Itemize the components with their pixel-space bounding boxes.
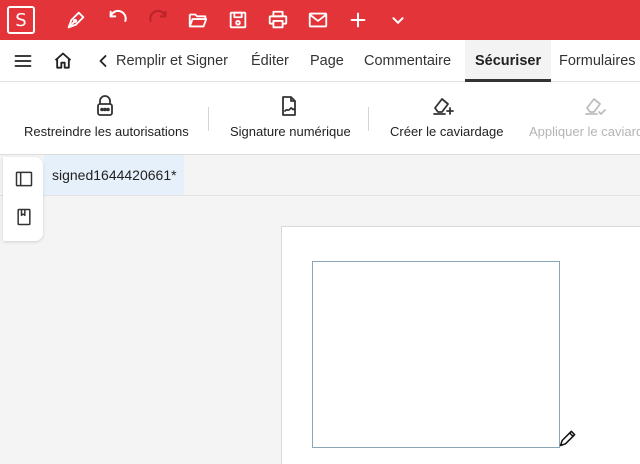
tab-page[interactable]: Page [310, 40, 344, 82]
tab-label: Page [310, 53, 344, 69]
signature-field-box[interactable] [312, 261, 560, 448]
ribbon-toolbar: Restreindre les autorisations Signature … [0, 82, 640, 155]
restrict-permissions-label: Restreindre les autorisations [24, 124, 189, 139]
create-redaction-label: Créer le caviardage [390, 124, 504, 139]
ribbon-divider [208, 107, 209, 131]
digital-signature-label: Signature numérique [230, 124, 351, 139]
tab-formulaires[interactable]: Formulaires [559, 40, 636, 82]
tab-label: Formulaires [559, 53, 636, 69]
home-icon[interactable] [52, 50, 74, 72]
tab-commentaire[interactable]: Commentaire [364, 40, 451, 82]
title-bar: S [0, 0, 640, 40]
tab-strip: Remplir et Signer Éditer Page Commentair… [116, 40, 640, 82]
eraser-check-icon [582, 93, 608, 119]
pen-nib-icon[interactable] [64, 8, 88, 32]
app-logo[interactable]: S [7, 6, 35, 34]
tab-label: Commentaire [364, 53, 452, 69]
tab-label: Remplir et Signer [116, 53, 229, 69]
digital-signature-button[interactable]: Signature numérique [212, 82, 366, 155]
tab-securiser[interactable]: Sécuriser [465, 40, 552, 82]
panel-toggle-icon[interactable] [13, 168, 35, 190]
document-tab-strip: signed1644420661* [0, 155, 640, 196]
eraser-plus-icon [430, 93, 456, 119]
document-canvas [0, 196, 640, 464]
ribbon-divider [368, 107, 369, 131]
document-tab[interactable]: signed1644420661* [44, 155, 184, 195]
bookmark-icon[interactable] [13, 206, 35, 228]
pen-cursor-icon [558, 428, 578, 448]
folder-open-icon[interactable] [186, 8, 210, 32]
tab-editer[interactable]: Éditer [251, 40, 289, 82]
tab-label: Sécuriser [475, 53, 542, 69]
document-page[interactable] [281, 226, 640, 464]
apply-redaction-label: Appliquer le caviardage [529, 124, 640, 139]
undo-icon[interactable] [106, 8, 130, 32]
plus-icon[interactable] [346, 8, 370, 32]
save-icon[interactable] [226, 8, 250, 32]
chevron-down-icon[interactable] [386, 8, 410, 32]
document-tab-name: signed1644420661* [52, 167, 177, 183]
tab-label: Éditer [251, 53, 289, 69]
signature-file-icon [276, 93, 302, 119]
tab-remplir-et-signer[interactable]: Remplir et Signer [116, 40, 228, 82]
mail-icon[interactable] [306, 8, 330, 32]
menu-bar: Remplir et Signer Éditer Page Commentair… [0, 40, 640, 82]
restrict-permissions-button[interactable]: Restreindre les autorisations [0, 82, 206, 155]
lock-icon [92, 93, 118, 119]
print-icon[interactable] [266, 8, 290, 32]
redo-icon [146, 8, 170, 32]
create-redaction-button[interactable]: Créer le caviardage [378, 82, 512, 155]
hamburger-menu-icon[interactable] [12, 50, 34, 72]
apply-redaction-button: Appliquer le caviardage [518, 82, 640, 155]
app-logo-letter: S [15, 9, 27, 31]
side-panel [3, 157, 43, 241]
chevron-left-icon[interactable] [92, 50, 114, 72]
